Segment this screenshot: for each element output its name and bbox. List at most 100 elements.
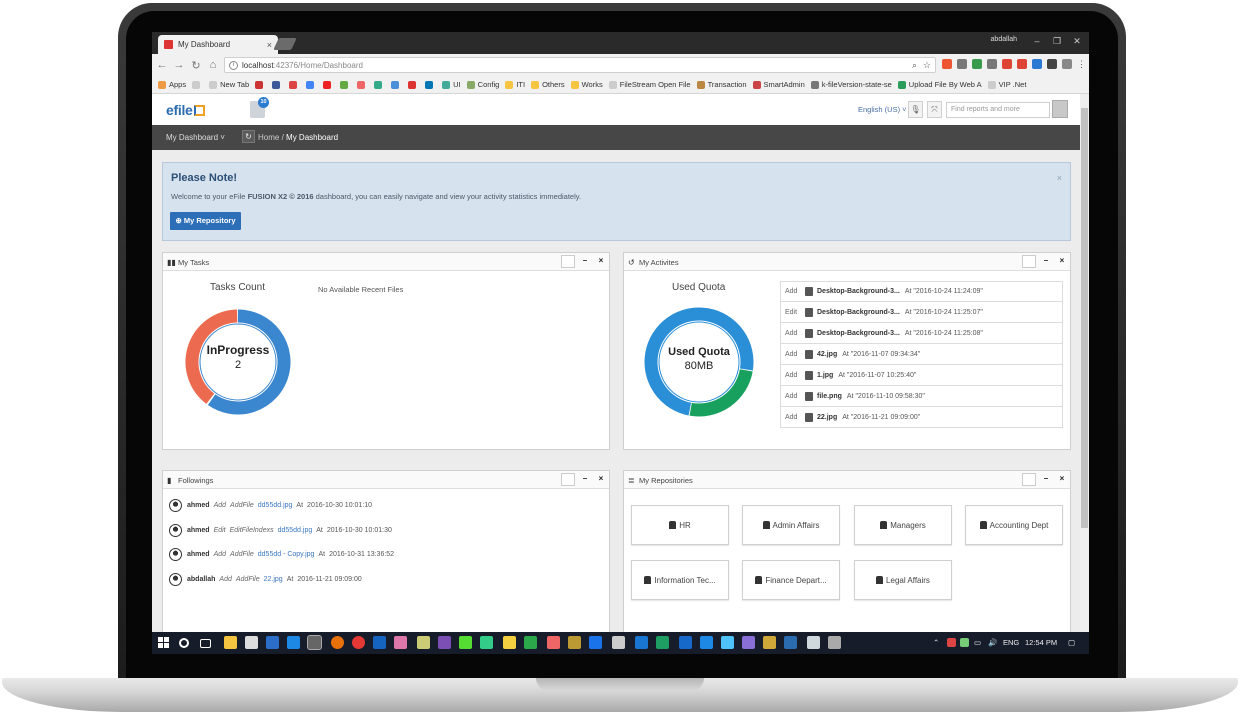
app-icon[interactable] xyxy=(612,636,625,649)
back-icon[interactable]: ← xyxy=(155,59,169,71)
bookmark[interactable]: k-fileVersion-state-se xyxy=(810,80,892,89)
panel-checkbox[interactable] xyxy=(1022,255,1036,268)
bookmark-star-icon[interactable]: ☆ xyxy=(923,60,931,71)
panel-checkbox[interactable] xyxy=(561,255,575,268)
app-icon[interactable] xyxy=(807,636,820,649)
site-info-icon[interactable]: i xyxy=(229,60,238,70)
browser-tab[interactable]: My Dashboard × xyxy=(158,35,278,54)
panel-close-icon[interactable]: × xyxy=(594,473,608,486)
bookmark[interactable]: Upload File By Web A xyxy=(897,80,982,89)
microphone-icon[interactable]: 🎙 xyxy=(908,101,923,118)
scrollbar-thumb[interactable] xyxy=(1081,108,1088,528)
panel-minimize-icon[interactable]: – xyxy=(1039,255,1053,268)
ext-icon[interactable] xyxy=(1047,59,1057,69)
task-view-icon[interactable] xyxy=(200,639,211,648)
file-explorer-icon[interactable] xyxy=(224,636,237,649)
tray-chevron-icon[interactable]: ⌃ xyxy=(933,638,939,647)
repository-finance-department[interactable]: Finance Depart... xyxy=(742,560,840,600)
reload-icon[interactable]: ↻ xyxy=(189,59,203,72)
app-icon[interactable] xyxy=(742,636,755,649)
opera-icon[interactable] xyxy=(352,636,365,649)
minimize-icon[interactable]: – xyxy=(1029,35,1045,48)
panel-close-icon[interactable]: × xyxy=(1055,473,1069,486)
panel-minimize-icon[interactable]: – xyxy=(1039,473,1053,486)
bookmark[interactable]: Works xyxy=(570,80,603,89)
ext-icon[interactable] xyxy=(957,59,967,69)
forward-icon[interactable]: → xyxy=(172,59,186,71)
bookmark[interactable] xyxy=(255,80,266,89)
tray-icon[interactable] xyxy=(960,638,969,647)
visual-studio-icon[interactable] xyxy=(438,636,451,649)
app-icon[interactable] xyxy=(524,636,537,649)
note-close-icon[interactable]: × xyxy=(1057,173,1062,183)
app-icon[interactable] xyxy=(568,636,581,649)
panel-checkbox[interactable] xyxy=(561,473,575,486)
repository-admin-affairs[interactable]: Admin Affairs xyxy=(742,505,840,545)
list-item[interactable]: Add 1.jpg At "2016-11-07 10:25:40" xyxy=(780,365,1063,386)
bookmark[interactable]: UI xyxy=(442,80,461,89)
outlook-icon[interactable] xyxy=(266,636,279,649)
repository-legal-affairs[interactable]: Legal Affairs xyxy=(854,560,952,600)
search-input[interactable]: Find reports and more xyxy=(946,102,1050,118)
app-icon[interactable] xyxy=(784,636,797,649)
repository-accounting-dept[interactable]: Accounting Dept xyxy=(965,505,1063,545)
app-icon[interactable] xyxy=(547,636,560,649)
app-icon[interactable] xyxy=(373,636,386,649)
taskbar-language[interactable]: ENG xyxy=(1003,638,1019,647)
refresh-icon[interactable]: ↻ xyxy=(242,130,255,143)
bookmark[interactable] xyxy=(408,80,419,89)
edge-icon[interactable] xyxy=(287,636,300,649)
bookmark[interactable] xyxy=(289,80,300,89)
window-user[interactable]: abdallah xyxy=(991,36,1017,43)
list-item[interactable]: Add Desktop-Background-3... At "2016-10-24… xyxy=(780,323,1063,344)
app-icon[interactable] xyxy=(245,636,258,649)
bookmark[interactable] xyxy=(391,80,402,89)
zoom-search-icon[interactable]: ⌕ xyxy=(912,60,917,71)
panel-minimize-icon[interactable]: – xyxy=(578,473,592,486)
repository-managers[interactable]: Managers xyxy=(854,505,952,545)
bookmark[interactable] xyxy=(272,80,283,89)
bookmark[interactable] xyxy=(306,80,317,89)
efile-logo[interactable]: efile xyxy=(166,102,205,118)
avatar[interactable] xyxy=(1052,100,1068,118)
ext-icon[interactable] xyxy=(1032,59,1042,69)
bookmark[interactable]: VIP .Net xyxy=(987,80,1026,89)
network-icon[interactable]: ▭ xyxy=(974,638,981,647)
list-item[interactable]: Add file.png At "2016-11-10 09:58:30" xyxy=(780,386,1063,407)
app-icon[interactable] xyxy=(679,636,692,649)
repository-hr[interactable]: HR xyxy=(631,505,729,545)
ext-icon[interactable] xyxy=(987,59,997,69)
browser-menu-icon[interactable]: ⋮ xyxy=(1077,59,1086,69)
app-icon[interactable] xyxy=(721,636,734,649)
app-icon[interactable] xyxy=(589,636,602,649)
bookmark[interactable] xyxy=(425,80,436,89)
fullscreen-icon[interactable]: ⤧ xyxy=(927,101,942,118)
my-repository-button[interactable]: ⊕ My Repository xyxy=(170,212,241,230)
bookmark[interactable]: New Tab xyxy=(209,80,249,89)
panel-checkbox[interactable] xyxy=(1022,473,1036,486)
bookmark[interactable] xyxy=(323,80,334,89)
volume-icon[interactable]: 🔊 xyxy=(988,638,997,647)
app-icon[interactable] xyxy=(763,636,776,649)
bookmark[interactable] xyxy=(340,80,351,89)
ext-icon[interactable] xyxy=(972,59,982,69)
ext-icon[interactable] xyxy=(1002,59,1012,69)
app-icon[interactable] xyxy=(480,636,493,649)
bookmark[interactable]: Apps xyxy=(158,80,186,89)
dashboard-menu[interactable]: My Dashboard ˅ xyxy=(166,133,225,142)
list-item[interactable]: Add Desktop-Background-3... At "2016-10-24… xyxy=(780,281,1063,302)
home-icon[interactable]: ⌂ xyxy=(206,59,220,71)
app-icon[interactable] xyxy=(828,636,841,649)
repository-information-tech[interactable]: Information Tec... xyxy=(631,560,729,600)
start-icon[interactable] xyxy=(158,637,169,648)
bookmark[interactable]: Config xyxy=(466,80,499,89)
bookmark[interactable]: Transaction xyxy=(696,80,747,89)
bookmark[interactable]: ITI xyxy=(505,80,525,89)
panel-close-icon[interactable]: × xyxy=(594,255,608,268)
restore-icon[interactable]: ❐ xyxy=(1049,35,1065,48)
app-icon[interactable] xyxy=(700,636,713,649)
new-tab-button[interactable] xyxy=(273,38,297,50)
app-icon[interactable] xyxy=(394,636,407,649)
tray-icon[interactable] xyxy=(947,638,956,647)
address-bar[interactable]: i localhost :42376/Home/Dashboard ⌕ ☆ xyxy=(224,57,936,73)
